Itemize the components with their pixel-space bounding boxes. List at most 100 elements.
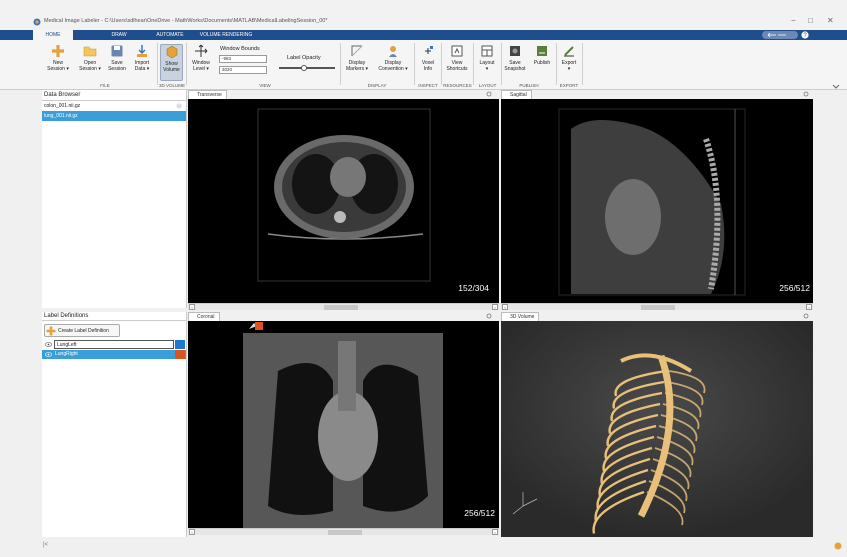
data-browser-title: Data Browser bbox=[44, 92, 81, 98]
sagittal-scrollbar[interactable]: ‹ › bbox=[501, 303, 813, 310]
group-export-label: EXPORT bbox=[559, 83, 579, 88]
tab-automate[interactable]: AUTOMATE bbox=[150, 30, 190, 40]
settings-icon[interactable] bbox=[486, 91, 492, 97]
voxel-info-label-2: Info bbox=[423, 66, 433, 72]
window-title: Medical Image Labeler - C:\Users\sdlhear… bbox=[44, 18, 328, 24]
minimize-button[interactable]: − bbox=[791, 16, 796, 25]
save-snapshot-button[interactable]: Save Snapshot bbox=[503, 44, 527, 72]
publish-button[interactable]: Publish bbox=[530, 44, 554, 66]
quick-access-toolbar[interactable] bbox=[762, 31, 798, 39]
maximize-button[interactable]: □ bbox=[808, 16, 813, 25]
scroll-thumb[interactable] bbox=[328, 530, 362, 535]
divider bbox=[501, 43, 502, 85]
view-shortcuts-button[interactable]: View Shortcuts bbox=[443, 44, 471, 72]
open-session-button[interactable]: Open Session ▾ bbox=[75, 44, 105, 72]
ribbon-tabstrip: HOME DRAW AUTOMATE VOLUME RENDERING ? bbox=[0, 30, 847, 40]
layout-label-2: ▾ bbox=[485, 66, 489, 72]
transverse-view-title: Transverse bbox=[197, 92, 222, 98]
save-session-button[interactable]: Save Session bbox=[105, 44, 129, 72]
new-session-button[interactable]: New Session ▾ bbox=[43, 44, 73, 72]
scroll-left-arrow-icon[interactable]: ‹ bbox=[502, 304, 508, 310]
display-markers-button[interactable]: Display Markers ▾ bbox=[343, 44, 371, 72]
item-menu-icon[interactable] bbox=[176, 103, 182, 109]
label-row-selected[interactable]: LungRight bbox=[42, 350, 186, 359]
group-3d-volume-label: 3D VOLUME bbox=[158, 83, 185, 88]
data-browser-item[interactable]: colon_001.nii.gz bbox=[42, 101, 186, 111]
window-level-label-2: Level ▾ bbox=[193, 66, 209, 72]
window-level-button[interactable]: Window Level ▾ bbox=[189, 44, 213, 72]
volume-viewport[interactable] bbox=[501, 321, 813, 537]
group-file-label: FILE bbox=[100, 83, 110, 88]
transverse-scrollbar[interactable]: ‹ › bbox=[188, 303, 499, 310]
window-bounds-max-field[interactable]: 3020 bbox=[219, 66, 267, 74]
coronal-view-title: Coronal bbox=[197, 314, 215, 320]
window-bounds-label: Window Bounds bbox=[220, 46, 260, 52]
group-view-label: VIEW bbox=[259, 83, 271, 88]
label-color-swatch[interactable] bbox=[175, 350, 185, 359]
tab-3d-volume-view[interactable]: 3D Volume bbox=[501, 312, 540, 321]
transverse-ct-image bbox=[257, 108, 431, 282]
scroll-right-arrow-icon[interactable]: › bbox=[492, 304, 498, 310]
scroll-left-arrow-icon[interactable]: ‹ bbox=[189, 529, 195, 535]
show-volume-button[interactable]: Show Volume bbox=[160, 44, 183, 81]
volume-icon bbox=[166, 45, 177, 59]
layout-button[interactable]: Layout ▾ bbox=[476, 44, 498, 72]
scroll-left-arrow-icon[interactable]: ‹ bbox=[189, 304, 195, 310]
slice-index-label: 256/512 bbox=[779, 283, 810, 293]
export-label-2: ▾ bbox=[567, 66, 571, 72]
export-button[interactable]: Export ▾ bbox=[558, 44, 580, 72]
eye-icon[interactable] bbox=[45, 352, 52, 357]
open-session-label-2: Session ▾ bbox=[79, 66, 101, 72]
voxel-info-button[interactable]: Voxel Info bbox=[417, 44, 439, 72]
tab-transverse-view[interactable]: Transverse bbox=[188, 90, 227, 99]
undo-redo-icon[interactable] bbox=[762, 31, 798, 39]
help-icon[interactable]: ? bbox=[801, 31, 809, 39]
collapse-ribbon-icon[interactable] bbox=[832, 84, 840, 89]
create-label-definition-label: Create Label Definition bbox=[58, 328, 109, 334]
scroll-right-arrow-icon[interactable]: › bbox=[806, 304, 812, 310]
tab-sagittal-view[interactable]: Sagittal bbox=[501, 90, 532, 99]
transverse-viewport[interactable]: 152/304 bbox=[188, 99, 499, 303]
settings-icon[interactable] bbox=[803, 313, 809, 319]
snapshot-icon bbox=[510, 46, 520, 56]
publish-label: Publish bbox=[533, 60, 551, 66]
coronal-scrollbar[interactable]: ‹ › bbox=[188, 528, 499, 535]
coronal-viewport[interactable]: 256/512 bbox=[188, 321, 499, 528]
3d-volume-view-title: 3D Volume bbox=[510, 314, 535, 320]
volume-rendering bbox=[501, 321, 813, 537]
scroll-thumb[interactable] bbox=[324, 305, 358, 310]
publish-icon bbox=[537, 46, 547, 56]
divider bbox=[157, 43, 158, 85]
sagittal-viewport[interactable]: 256/512 bbox=[501, 99, 813, 303]
create-label-definition-button[interactable]: Create Label Definition bbox=[44, 324, 120, 337]
divider bbox=[340, 43, 341, 85]
group-layout-label: LAYOUT bbox=[478, 83, 497, 88]
close-button[interactable]: ✕ bbox=[827, 16, 834, 25]
import-data-button[interactable]: Import Data ▾ bbox=[130, 44, 154, 72]
ribbon: New Session ▾ Open Session ▾ Save Sessio… bbox=[0, 40, 847, 90]
eye-icon[interactable] bbox=[45, 342, 52, 347]
tab-volume-rendering[interactable]: VOLUME RENDERING bbox=[196, 30, 256, 40]
tab-draw[interactable]: DRAW bbox=[104, 30, 134, 40]
divider bbox=[186, 43, 187, 85]
label-row[interactable]: LungLeft bbox=[42, 340, 186, 349]
data-browser-item-selected[interactable]: lung_001.nii.gz bbox=[42, 111, 186, 121]
sagittal-ct-image bbox=[558, 108, 746, 296]
label-color-swatch[interactable] bbox=[175, 340, 185, 349]
display-convention-button[interactable]: Display Convention ▾ bbox=[375, 44, 411, 72]
window-bounds-min-field[interactable]: -983 bbox=[219, 55, 267, 63]
tab-home[interactable]: HOME bbox=[33, 30, 73, 40]
scroll-right-arrow-icon[interactable]: › bbox=[492, 529, 498, 535]
markers-icon bbox=[351, 45, 363, 57]
panel-toggle-icon[interactable]: |< bbox=[43, 542, 48, 548]
show-volume-label-2: Volume bbox=[163, 67, 180, 73]
settings-icon[interactable] bbox=[486, 313, 492, 319]
draw-tool-icon[interactable] bbox=[248, 321, 264, 331]
label-name-field[interactable]: LungLeft bbox=[54, 340, 174, 349]
settings-icon[interactable] bbox=[803, 91, 809, 97]
tab-coronal-view[interactable]: Coronal bbox=[188, 312, 220, 321]
scroll-thumb[interactable] bbox=[641, 305, 675, 310]
label-opacity-slider-knob[interactable] bbox=[301, 65, 308, 71]
group-display-label: DISPLAY bbox=[367, 83, 387, 88]
group-publish-label: PUBLISH bbox=[519, 83, 539, 88]
